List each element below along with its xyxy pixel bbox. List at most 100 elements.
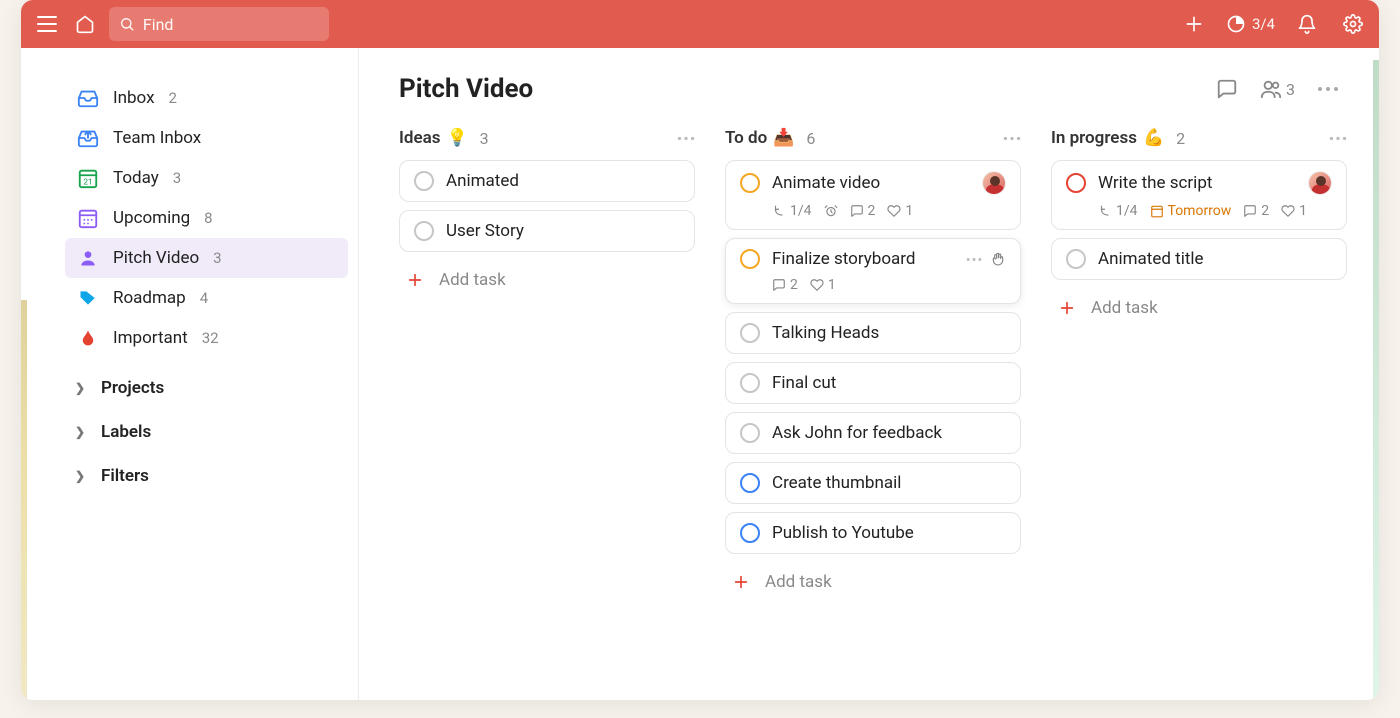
task-card[interactable]: Write the script 1/4 Tomorrow xyxy=(1051,160,1347,230)
column-more-button[interactable] xyxy=(1003,136,1021,141)
subtasks-icon xyxy=(1098,204,1112,218)
column-count: 3 xyxy=(480,129,489,148)
task-checkbox[interactable] xyxy=(414,171,434,191)
likes-meta: 1 xyxy=(810,277,836,293)
task-checkbox[interactable] xyxy=(740,323,760,343)
task-card[interactable]: Ask John for feedback xyxy=(725,412,1021,454)
more-horizontal-icon xyxy=(1329,136,1347,141)
task-title: Talking Heads xyxy=(772,323,1006,343)
task-card[interactable]: Animated title xyxy=(1051,238,1347,280)
sidebar-section-label: Projects xyxy=(101,378,164,398)
sidebar: Inbox 2 Team Inbox 21 Today 3 Up xyxy=(21,48,359,700)
task-title: Final cut xyxy=(772,373,1006,393)
people-count: 3 xyxy=(1286,80,1295,99)
task-checkbox[interactable] xyxy=(414,221,434,241)
sidebar-section-filters[interactable]: ❯ Filters xyxy=(65,454,348,498)
subtasks-icon xyxy=(772,204,786,218)
card-more-button[interactable] xyxy=(966,257,982,262)
sidebar-item-inbox[interactable]: Inbox 2 xyxy=(65,78,348,118)
add-task-button[interactable]: Add task xyxy=(725,562,1021,602)
inbox-icon xyxy=(77,87,99,109)
task-checkbox[interactable] xyxy=(740,423,760,443)
sidebar-item-today[interactable]: 21 Today 3 xyxy=(65,158,348,198)
likes-meta: 1 xyxy=(1281,203,1307,219)
assignee-avatar[interactable] xyxy=(982,171,1006,195)
progress-button[interactable]: 3/4 xyxy=(1226,10,1275,38)
column-count: 6 xyxy=(806,129,815,148)
calendar-icon xyxy=(1150,204,1164,218)
sidebar-item-upcoming[interactable]: Upcoming 8 xyxy=(65,198,348,238)
sidebar-item-count: 2 xyxy=(169,89,177,107)
column-emoji-icon: 💡 xyxy=(446,128,467,148)
comments-meta: 2 xyxy=(1243,203,1269,219)
task-checkbox[interactable] xyxy=(1066,173,1086,193)
sidebar-item-roadmap[interactable]: Roadmap 4 xyxy=(65,278,348,318)
sidebar-item-label: Team Inbox xyxy=(113,128,201,148)
add-button[interactable] xyxy=(1180,10,1208,38)
search-container[interactable] xyxy=(109,7,329,41)
decorative-right-edge xyxy=(1373,60,1379,700)
search-input[interactable] xyxy=(143,15,319,34)
sidebar-item-team-inbox[interactable]: Team Inbox xyxy=(65,118,348,158)
task-checkbox[interactable] xyxy=(1066,249,1086,269)
add-task-button[interactable]: Add task xyxy=(1051,288,1347,328)
sidebar-item-important[interactable]: Important 32 xyxy=(65,318,348,358)
notifications-button[interactable] xyxy=(1293,10,1321,38)
subtasks-meta: 1/4 xyxy=(772,203,812,219)
sidebar-section-label: Labels xyxy=(101,422,151,442)
heart-icon xyxy=(810,278,824,292)
sidebar-item-label: Pitch Video xyxy=(113,248,199,268)
task-title: Write the script xyxy=(1098,173,1296,193)
grab-cursor-icon xyxy=(990,251,1006,267)
column-title: To do xyxy=(725,128,767,148)
menu-toggle-button[interactable] xyxy=(33,10,61,38)
task-card[interactable]: Publish to Youtube xyxy=(725,512,1021,554)
task-card[interactable]: Create thumbnail xyxy=(725,462,1021,504)
people-button[interactable]: 3 xyxy=(1260,78,1295,100)
subtasks-meta: 1/4 xyxy=(1098,203,1138,219)
settings-button[interactable] xyxy=(1339,10,1367,38)
task-card[interactable]: Animated xyxy=(399,160,695,202)
due-meta: Tomorrow xyxy=(1150,203,1232,219)
alarm-icon xyxy=(824,204,838,218)
task-checkbox[interactable] xyxy=(740,173,760,193)
column-in-progress: In progress 💪 2 Write the script xyxy=(1051,128,1347,602)
task-card[interactable]: Talking Heads xyxy=(725,312,1021,354)
comments-panel-button[interactable] xyxy=(1216,78,1238,100)
task-card[interactable]: User Story xyxy=(399,210,695,252)
comments-meta: 2 xyxy=(772,277,798,293)
add-task-label: Add task xyxy=(765,572,832,592)
task-checkbox[interactable] xyxy=(740,523,760,543)
column-title: Ideas xyxy=(399,128,440,148)
plus-icon xyxy=(731,572,751,592)
sidebar-item-pitch-video[interactable]: Pitch Video 3 xyxy=(65,238,348,278)
task-checkbox[interactable] xyxy=(740,473,760,493)
calendar-upcoming-icon xyxy=(77,207,99,229)
column-emoji-icon: 📥 xyxy=(773,128,794,148)
task-title: User Story xyxy=(446,221,680,241)
task-checkbox[interactable] xyxy=(740,373,760,393)
task-card[interactable]: Finalize storyboard xyxy=(725,238,1021,304)
task-card[interactable]: Animate video 1/4 xyxy=(725,160,1021,230)
sidebar-item-count: 8 xyxy=(204,209,212,227)
sidebar-section-projects[interactable]: ❯ Projects xyxy=(65,366,348,410)
progress-pie-icon xyxy=(1226,14,1246,34)
home-button[interactable] xyxy=(71,10,99,38)
column-count: 2 xyxy=(1176,129,1185,148)
plus-icon xyxy=(1057,298,1077,318)
task-card[interactable]: Final cut xyxy=(725,362,1021,404)
assignee-avatar[interactable] xyxy=(1308,171,1332,195)
sidebar-section-labels[interactable]: ❯ Labels xyxy=(65,410,348,454)
sidebar-section-label: Filters xyxy=(101,466,149,486)
task-checkbox[interactable] xyxy=(740,249,760,269)
sidebar-item-label: Roadmap xyxy=(113,288,186,308)
add-task-label: Add task xyxy=(439,270,506,290)
board-more-button[interactable] xyxy=(1317,86,1339,92)
sidebar-item-label: Upcoming xyxy=(113,208,190,228)
add-task-button[interactable]: Add task xyxy=(399,260,695,300)
comments-meta: 2 xyxy=(850,203,876,219)
comment-icon xyxy=(1216,78,1238,100)
column-more-button[interactable] xyxy=(1329,136,1347,141)
column-more-button[interactable] xyxy=(677,136,695,141)
card-grab-handle[interactable] xyxy=(990,251,1006,267)
